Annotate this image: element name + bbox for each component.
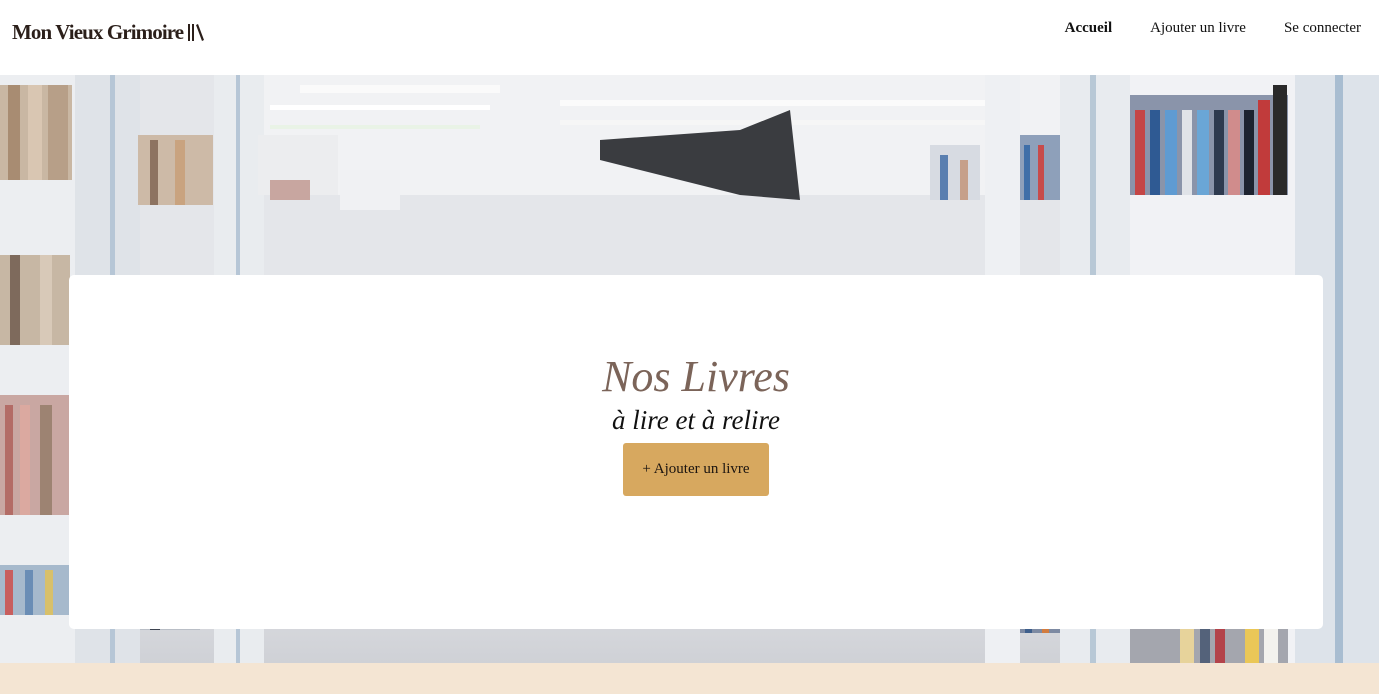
nav-link-se-connecter[interactable]: Se connecter xyxy=(1284,19,1361,37)
hero-section: Nos Livres à lire et à relire + Ajouter … xyxy=(0,75,1379,663)
page-subtitle: à lire et à relire xyxy=(612,405,780,435)
footer-band xyxy=(0,663,1379,694)
logo-text: Mon Vieux Grimoire xyxy=(12,20,184,44)
hero-card: Nos Livres à lire et à relire + Ajouter … xyxy=(69,275,1323,629)
nav-link-accueil[interactable]: Accueil xyxy=(1065,19,1112,37)
nav-link-ajouter-livre[interactable]: Ajouter un livre xyxy=(1150,19,1246,37)
main-nav: Accueil Ajouter un livre Se connecter xyxy=(1065,19,1361,37)
books-icon xyxy=(187,22,205,42)
site-header: Mon Vieux Grimoire Accueil Ajouter un li… xyxy=(0,0,1379,75)
logo[interactable]: Mon Vieux Grimoire xyxy=(12,20,205,44)
page-title: Nos Livres xyxy=(602,352,790,401)
add-book-button[interactable]: + Ajouter un livre xyxy=(623,443,769,496)
